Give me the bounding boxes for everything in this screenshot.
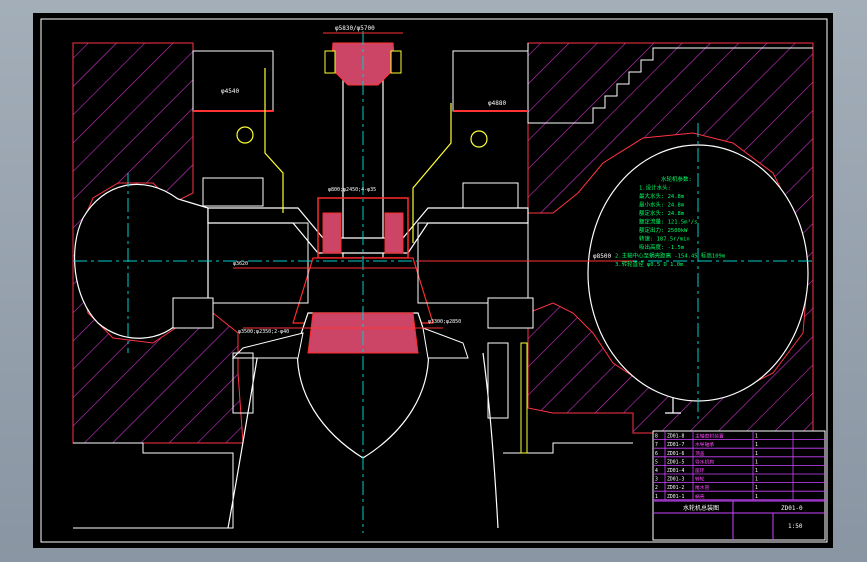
foundation-right — [503, 442, 633, 454]
table-cell: 6 — [655, 451, 658, 457]
table-cell: 1 — [755, 442, 758, 448]
dim-label-shaft: φ800;φ2450;4-φ35 — [328, 187, 376, 193]
table-cell: 7 — [655, 442, 658, 448]
table-cell: 主轴密封装置 — [695, 433, 724, 440]
table-cell: 4 — [655, 468, 658, 474]
table-cell: 1 — [655, 494, 658, 500]
note-line: 转速: 187.5r/min — [639, 235, 690, 243]
table-cell: ZD01-3 — [667, 477, 684, 483]
note-line: 额定流量: 121.5m³/s — [639, 218, 697, 226]
guide-bearing-pad-left — [322, 212, 342, 254]
note-line: 3.转轮直径 φ0.5 D 1.0m — [615, 260, 684, 268]
table-cell: 1 — [755, 485, 758, 491]
note-line: 1.设计水头: — [639, 184, 671, 192]
guide-bearing-pad-right — [384, 212, 404, 254]
foundation-left — [73, 442, 234, 529]
table-cell: 顶盖 — [695, 450, 705, 457]
coupling-bolt-right — [390, 50, 402, 74]
pit-liner-right — [487, 342, 509, 419]
table-cell: 蜗壳 — [695, 493, 705, 500]
guide-vane-ring-right — [417, 222, 529, 304]
dim-label-left: φ4540 — [221, 88, 239, 95]
note-line: 最小水头: 24.8m — [639, 201, 685, 209]
dim-label-low: φ3500;φ2350;2-φ40 — [238, 329, 289, 335]
table-cell: ZD01-5 — [667, 459, 684, 465]
note-line: 吸出高度: -1.5m — [639, 243, 685, 251]
note-line: 2.主轴中心至蜗壳距离 -154.45 标高109m — [615, 252, 726, 260]
note-line: 最大水头: 24.8m — [639, 192, 685, 200]
note-line: 额定水头: 24.8m — [639, 209, 685, 217]
drawing-number: ZD01-0 — [781, 505, 803, 512]
runner-blade-left — [231, 332, 304, 359]
title-block: 8 ZD01-8 主轴密封装置 1 7 ZD01-7 水导轴承 1 6 ZD01-6 顶盖 1 5 ZD0… — [652, 430, 826, 541]
servomotor-left — [202, 177, 264, 207]
servomotor-right — [462, 182, 519, 209]
cad-viewer-canvas[interactable]: φ5830/φ5700 φ4540 φ4880 φ800;φ2450;4-φ35… — [0, 0, 867, 562]
note-line: 水轮机参数: — [661, 175, 692, 183]
table-cell: 1 — [755, 477, 758, 483]
table-cell: 3 — [655, 477, 658, 483]
table-cell: 8 — [655, 434, 658, 440]
drawing-sheet[interactable]: φ5830/φ5700 φ4540 φ4880 φ800;φ2450;4-φ35… — [33, 13, 833, 548]
table-cell: ZD01-1 — [667, 494, 684, 500]
guide-vane-ring-left — [207, 222, 309, 304]
valve-right — [470, 130, 488, 148]
oil-pipe-left — [264, 68, 284, 213]
table-cell: 水导轴承 — [695, 441, 714, 448]
drain-pipe — [520, 342, 528, 454]
table-cell: ZD01-7 — [667, 442, 684, 448]
coupling-bolt-left — [324, 50, 336, 74]
runner-blade-right — [422, 327, 469, 359]
valve-left — [236, 126, 254, 144]
table-cell: 1 — [755, 434, 758, 440]
table-cell: 5 — [655, 459, 658, 465]
table-cell: ZD01-4 — [667, 468, 684, 474]
table-cell: 1 — [755, 468, 758, 474]
left-upper-frame — [192, 50, 274, 112]
turbine-assembly-drawing: φ5830/φ5700 φ4540 φ4880 φ800;φ2450;4-φ35… — [40, 18, 828, 543]
table-cell: ZD01-8 — [667, 434, 684, 440]
table-cell: 尾水管 — [695, 484, 710, 491]
table-cell: 导水机构 — [695, 458, 714, 465]
dim-label-right-elev: φ8500 — [593, 253, 611, 260]
table-cell: 2 — [655, 485, 658, 491]
dim-label-runner: φ3300;φ2850 — [428, 319, 461, 325]
table-cell: 转轮 — [695, 476, 705, 483]
stay-ring-left — [172, 297, 214, 329]
note-line: 额定出力: 2500kW — [639, 226, 688, 234]
drawing-scale: 1:50 — [788, 523, 803, 530]
table-cell: ZD01-2 — [667, 485, 684, 491]
dim-label-right-top: φ4880 — [488, 100, 506, 107]
table-cell: 座环 — [695, 467, 705, 474]
dim-label-top: φ5830/φ5700 — [335, 25, 375, 32]
table-cell: ZD01-6 — [667, 451, 684, 457]
table-cell: 1 — [755, 451, 758, 457]
stay-ring-right — [487, 297, 534, 329]
dim-label-mid: φ3620 — [233, 261, 248, 267]
table-cell: 1 — [755, 494, 758, 500]
table-cell: 1 — [755, 459, 758, 465]
drawing-title: 水轮机总装图 — [683, 504, 719, 512]
